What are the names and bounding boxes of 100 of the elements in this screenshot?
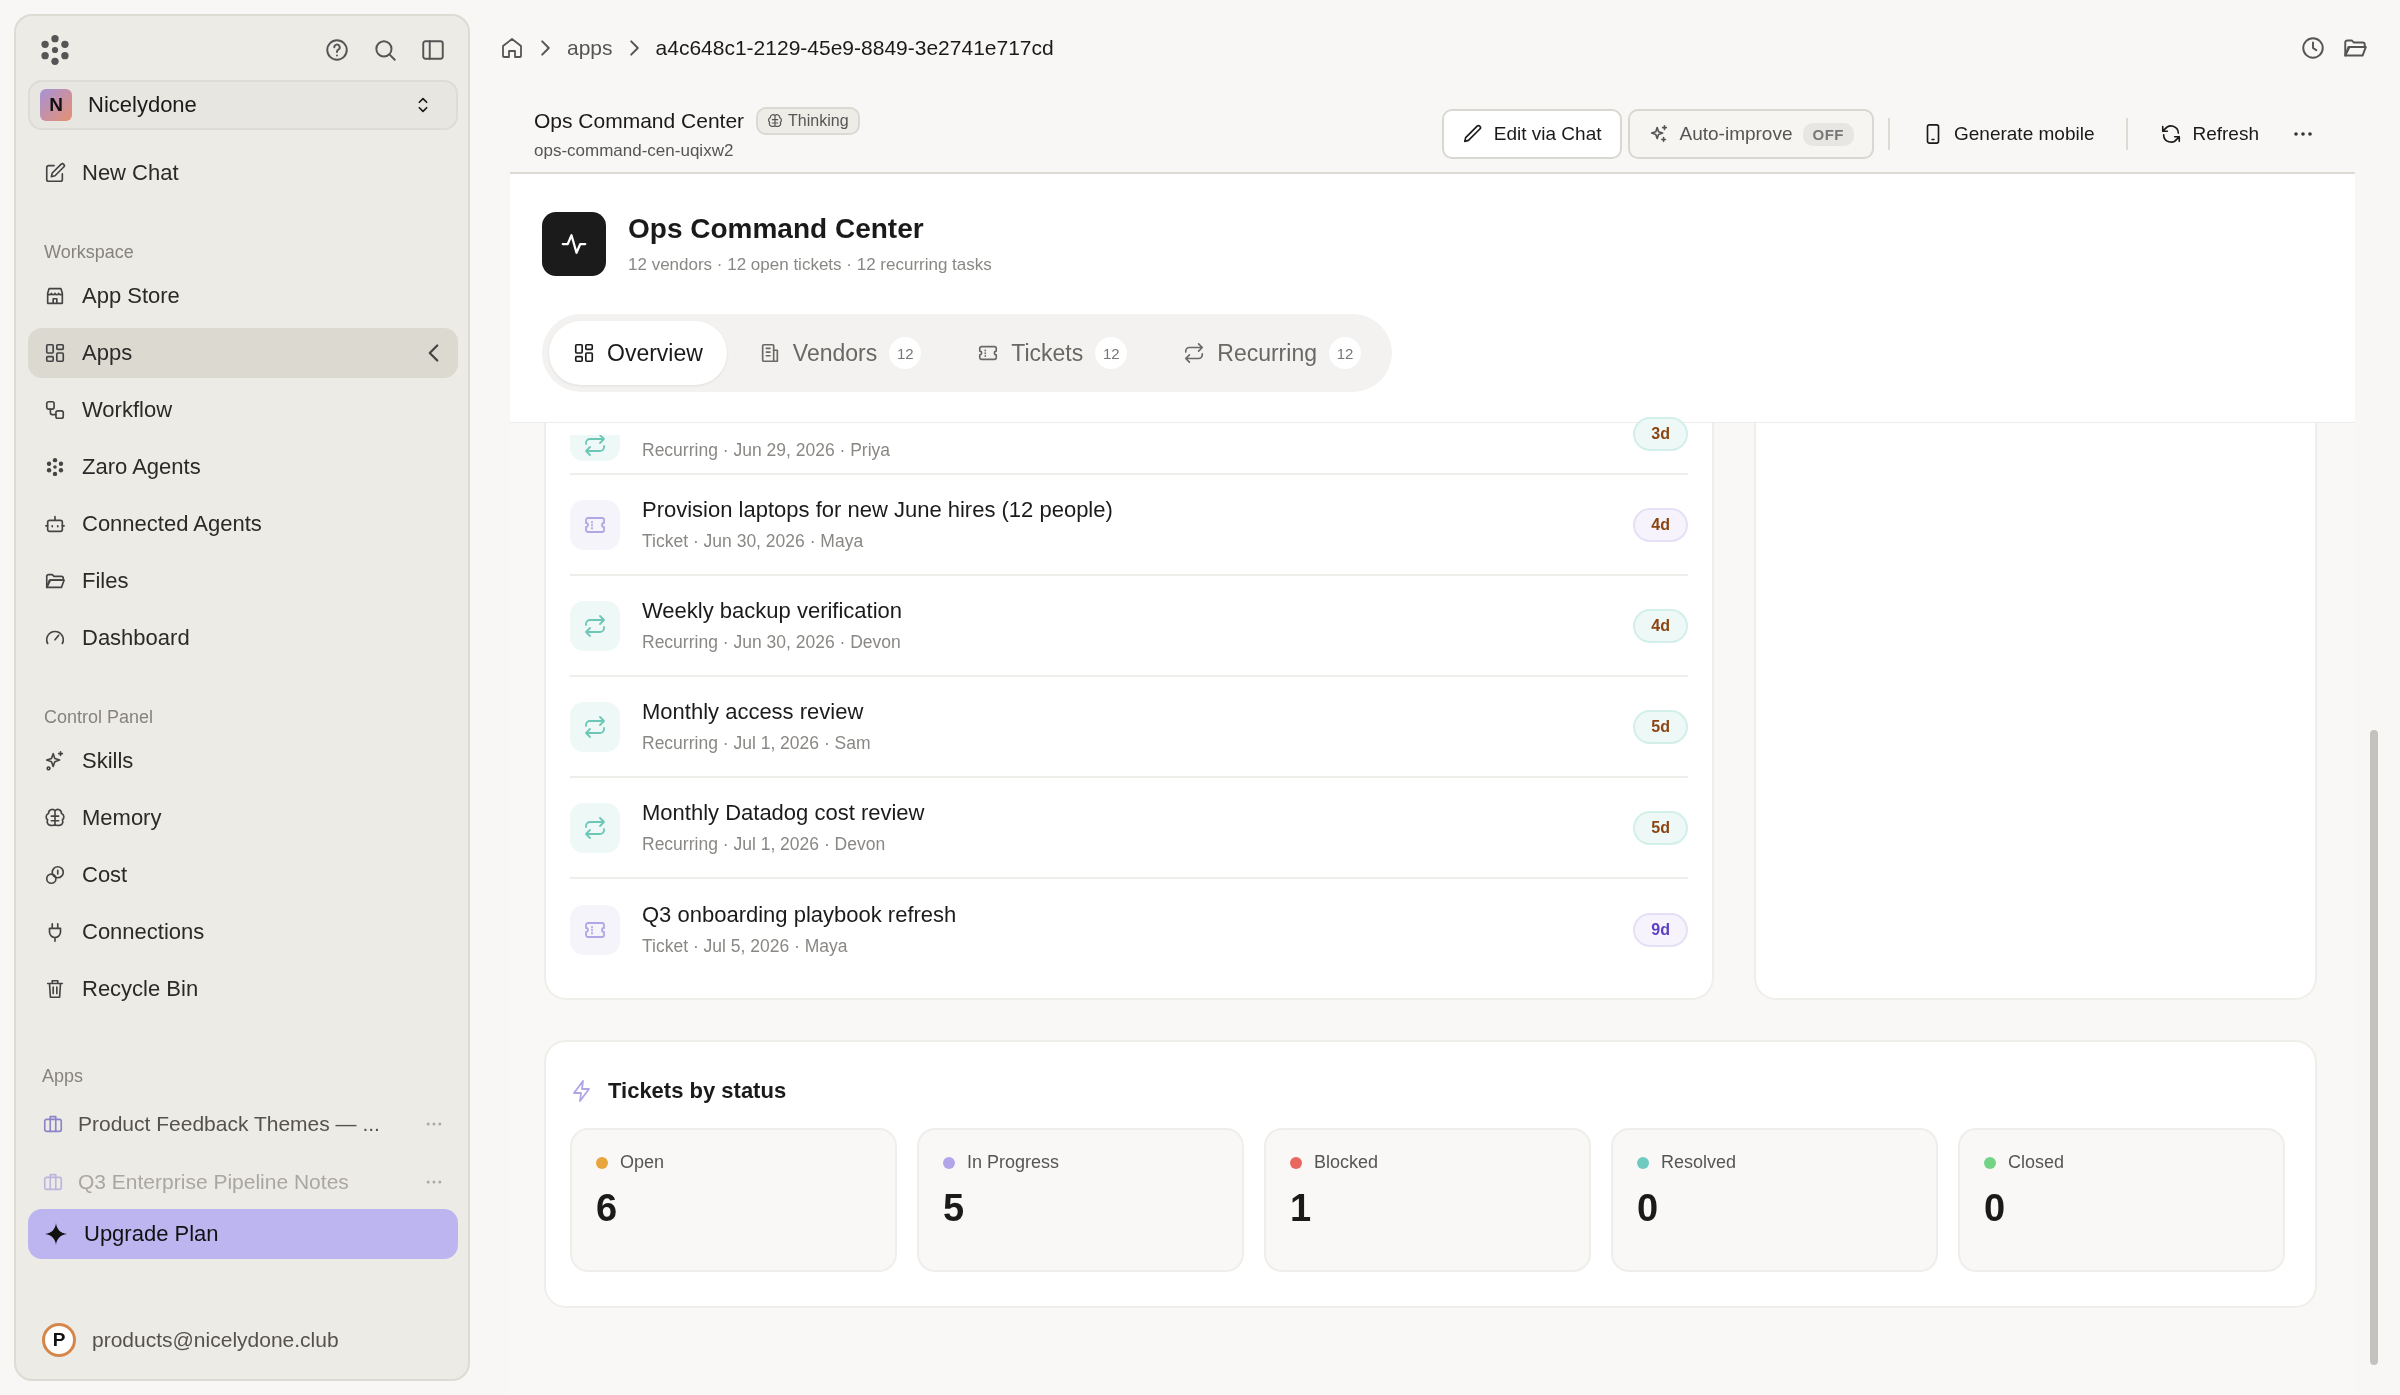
section-heading: Apps: [41, 1064, 85, 1088]
breadcrumb-link[interactable]: apps: [567, 36, 613, 60]
sidebar-item[interactable]: Skills: [28, 736, 458, 786]
chevron-left-icon: [427, 343, 440, 363]
task-title[interactable]: Monthly Datadog cost review: [642, 800, 1612, 826]
status-count: 0: [1984, 1187, 2007, 1230]
tab[interactable]: Recurring 12: [1159, 321, 1385, 385]
status-label: In Progress: [967, 1152, 1060, 1173]
count-badge: 12: [1329, 337, 1361, 369]
sidebar-item[interactable]: App Store: [28, 271, 458, 321]
breadcrumb-link[interactable]: a4c648c1-2129-45e9-8849-3e2741e717cd: [655, 36, 1054, 60]
logo-icon: [38, 33, 72, 67]
search-icon[interactable]: [372, 37, 398, 63]
task-meta: Recurring · Jun 30, 2026 · Devon: [642, 632, 902, 653]
trash-icon: [44, 978, 66, 1000]
status-label: Resolved: [1661, 1152, 1737, 1173]
brain-icon: [44, 807, 66, 829]
due-badge: 4d: [1633, 608, 1688, 643]
sidebar-item[interactable]: New Chat: [28, 148, 458, 198]
sidebar-item[interactable]: Connected Agents: [28, 499, 458, 549]
scrollbar[interactable]: [2370, 730, 2378, 1365]
sidebar-item[interactable]: Dashboard: [28, 613, 458, 663]
status-label: Blocked: [1314, 1152, 1379, 1173]
app-icon: [42, 1171, 64, 1193]
toolbar-button[interactable]: Refresh: [2142, 109, 2277, 159]
status-label: Closed: [2008, 1152, 2065, 1173]
sidebar-toggle-icon[interactable]: [420, 37, 446, 63]
task-meta: Recurring · Jul 1, 2026 · Devon: [642, 834, 887, 855]
repeat-icon: [583, 435, 607, 457]
due-badge: 5d: [1633, 810, 1688, 845]
due-badge: 4d: [1633, 507, 1688, 542]
coins-icon: [44, 864, 66, 886]
sidebar-item[interactable]: Workflow: [28, 385, 458, 435]
app-item[interactable]: Product Feedback Themes — ...: [78, 1112, 410, 1136]
toolbar-button[interactable]: Generate mobile: [1904, 109, 2113, 159]
pencil-icon: [1461, 123, 1484, 145]
task-meta: Recurring · Jul 1, 2026 · Sam: [642, 733, 872, 754]
robot-icon: [44, 513, 66, 535]
status-label: Open: [620, 1152, 665, 1173]
refresh-icon: [2160, 123, 2183, 145]
workflow-icon: [44, 399, 66, 421]
sidebar-item[interactable]: Memory: [28, 793, 458, 843]
app-heading: Ops Command Center: [628, 213, 925, 245]
repeat-icon: [1183, 342, 1206, 364]
repeat-icon: [583, 613, 607, 638]
task-meta: Ticket · Jun 30, 2026 · Maya: [642, 531, 865, 552]
sidebar-item[interactable]: Files: [28, 556, 458, 606]
tab[interactable]: Vendors 12: [734, 321, 946, 385]
chevron-right-icon: [540, 39, 551, 57]
toolbar-button[interactable]: Edit via Chat: [1441, 109, 1622, 159]
sparkle-icon: [44, 750, 66, 772]
home-icon[interactable]: [500, 36, 524, 60]
sidebar-item[interactable]: Recycle Bin: [28, 964, 458, 1014]
status-count: 5: [943, 1187, 966, 1230]
task-meta: Recurring · Jun 29, 2026 · Priya: [642, 440, 892, 461]
due-badge: 5d: [1633, 709, 1688, 744]
grid-icon: [44, 342, 66, 364]
chevron-right-icon: [628, 39, 640, 57]
help-icon[interactable]: [324, 37, 350, 63]
sidebar-item[interactable]: Cost: [28, 850, 458, 900]
tab[interactable]: Overview: [549, 321, 727, 385]
store-icon: [44, 285, 66, 307]
due-badge: 3d: [1633, 417, 1688, 451]
tab[interactable]: Tickets 12: [953, 321, 1152, 385]
status-count: 0: [1637, 1187, 1660, 1230]
sidebar-item[interactable]: Zaro Agents: [28, 442, 458, 492]
sidebar-item[interactable]: Connections: [28, 907, 458, 957]
brain-icon: [767, 113, 784, 129]
app-icon: [42, 1113, 64, 1135]
workspace-avatar: N: [40, 89, 72, 121]
user-avatar: P: [42, 1323, 76, 1357]
section-heading: Control Panel: [43, 705, 155, 729]
sidebar-item[interactable]: Apps: [28, 328, 458, 378]
status-badge: Thinking: [756, 107, 860, 135]
app-summary: 12 vendors · 12 open tickets · 12 recurring tasks: [628, 255, 992, 275]
edit-icon: [44, 162, 66, 184]
repeat-icon: [583, 815, 607, 840]
task-title[interactable]: Q3 onboarding playbook refresh: [642, 902, 1612, 928]
upgrade-button[interactable]: Upgrade Plan: [28, 1209, 458, 1259]
app-slug: ops-command-cen-uqixw2: [534, 141, 735, 161]
task-meta: Ticket · Jul 5, 2026 · Maya: [642, 936, 849, 957]
grid-icon: [573, 342, 595, 364]
user-email: products@nicelydone.club: [92, 1328, 339, 1352]
dots-icon: [44, 456, 66, 478]
toggle-state: OFF: [1802, 122, 1854, 146]
count-badge: 12: [1095, 337, 1128, 369]
section-heading: Workspace: [43, 240, 135, 264]
toolbar-button[interactable]: Auto-improve OFF: [1627, 109, 1874, 159]
clock-icon[interactable]: [2300, 35, 2326, 61]
task-title[interactable]: Provision laptops for new June hires (12 people): [642, 497, 1612, 523]
star-icon: [44, 1222, 68, 1246]
app-title: Ops Command Center: [534, 109, 745, 133]
repeat-icon: [583, 714, 607, 739]
status-count: 6: [596, 1187, 619, 1230]
task-title[interactable]: Weekly backup verification: [642, 598, 1612, 624]
due-badge: 9d: [1633, 912, 1688, 947]
count-badge: 12: [889, 337, 922, 369]
workspace-switcher[interactable]: N Nicelydone: [28, 80, 458, 130]
task-title[interactable]: Monthly access review: [642, 699, 1612, 725]
status-count: 1: [1290, 1187, 1313, 1230]
